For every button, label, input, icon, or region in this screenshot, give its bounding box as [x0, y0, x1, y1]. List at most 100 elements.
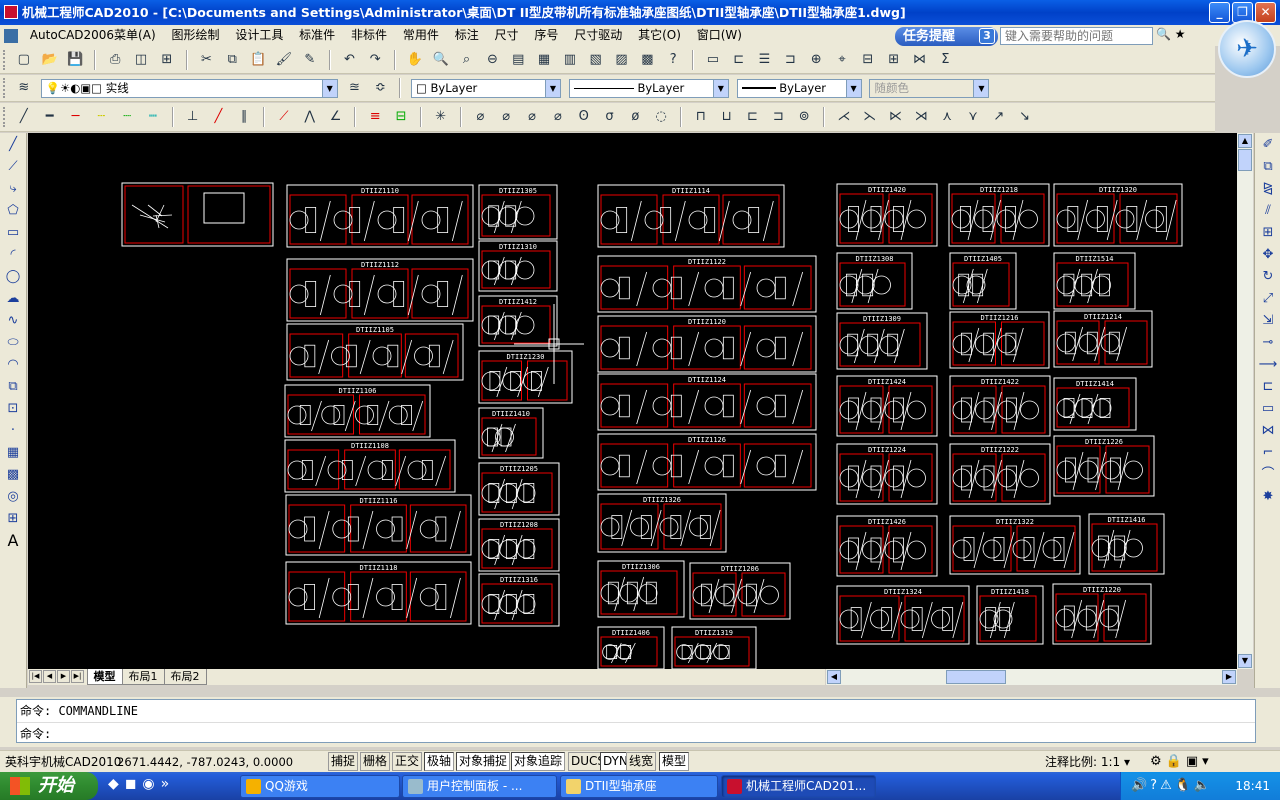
drawing-sheet[interactable]: DTIIZ1326 [597, 493, 727, 553]
drawing-sheet[interactable]: DTIIZ1306 [597, 560, 685, 618]
zoom-realtime-icon[interactable]: 🔍 [431, 50, 451, 70]
menu-window[interactable]: 窗口(W) [691, 25, 748, 46]
centerline-icon[interactable]: ⊕ [806, 50, 826, 70]
copy-icon[interactable]: ⧉ [222, 50, 242, 70]
help-search-input[interactable] [1000, 27, 1153, 45]
gradient-icon[interactable]: ▩ [2, 465, 24, 485]
help-icon[interactable]: ? [663, 50, 683, 70]
pan-icon[interactable]: ✋ [405, 50, 425, 70]
lineweight-toggle[interactable]: 线宽 [626, 752, 657, 771]
circle-snap2-icon[interactable]: ⌀ [496, 107, 516, 127]
drawing-sheet[interactable]: DTIIZ1116 [285, 494, 472, 556]
osnap-toggle[interactable]: 对象捕捉 [456, 752, 511, 771]
chamfer-icon[interactable]: ⋌ [834, 107, 854, 127]
new-file-icon[interactable]: ▢ [14, 50, 34, 70]
drawing-sheet[interactable]: DTIIZ1114 [597, 184, 785, 248]
drawing-sheet[interactable]: DTIIZ1218 [948, 183, 1050, 247]
taskbar-folder[interactable]: DTII型轴承座 [560, 775, 718, 798]
sheet-set-icon[interactable]: ▧ [586, 50, 606, 70]
revision-cloud-icon[interactable]: ☁ [2, 289, 24, 309]
calculator-icon[interactable]: ▩ [637, 50, 657, 70]
drawing-sheet[interactable]: DTIIZ1106 [284, 384, 431, 438]
drawing-sheet[interactable]: DTIIZ1206 [689, 562, 791, 620]
tray-icons[interactable]: 🔊?⚠🐧🔈 [1131, 772, 1213, 800]
grid-toggle[interactable]: 栅格 [360, 752, 391, 771]
prev-tab-icon[interactable]: ◀ [43, 670, 56, 683]
hatch-icon[interactable]: ▦ [2, 443, 24, 463]
circle-snap3-icon[interactable]: ⌀ [522, 107, 542, 127]
drawing-sheet[interactable]: DTIIZ1316 [478, 573, 560, 627]
symmetry-icon[interactable]: ⊟ [391, 107, 411, 127]
mirror-icon[interactable]: ⧎ [1257, 179, 1279, 199]
design-center-icon[interactable]: ▦ [534, 50, 554, 70]
drawing-sheet[interactable]: DTIIZ1416 [1088, 513, 1165, 575]
match-properties-icon[interactable]: 🖌 [274, 50, 294, 70]
status-tray-icons[interactable]: ⚙🔒▣▾ [1150, 751, 1213, 772]
rotate-icon[interactable]: ↻ [1257, 267, 1279, 287]
dim3-icon[interactable]: ⊏ [743, 107, 763, 127]
drawing-sheet[interactable]: DTIIZ1310 [478, 240, 558, 292]
vertical-scrollbar[interactable]: ▲ ▼ [1237, 133, 1253, 669]
print-preview-icon[interactable]: ◫ [131, 50, 151, 70]
star-icon[interactable]: ★ [1175, 27, 1186, 41]
drawing-sheet[interactable]: DTIIZ1220 [1052, 583, 1152, 645]
break-point-icon[interactable]: ⊏ [1257, 377, 1279, 397]
drawing-sheet[interactable]: DTIIZ1305 [478, 184, 558, 240]
tangent-line-icon[interactable]: ⟋ [274, 107, 294, 127]
chamfer-icon[interactable]: ⌐ [1257, 443, 1279, 463]
next-tab-icon[interactable]: ▶ [57, 670, 70, 683]
drawing-sheet[interactable] [121, 182, 274, 247]
line-icon[interactable]: ╱ [14, 107, 34, 127]
region-icon[interactable]: ◎ [2, 487, 24, 507]
layer-manager-icon[interactable]: ≋ [14, 78, 34, 98]
command-window[interactable]: 命令: COMMANDLINE 命令: [16, 699, 1256, 743]
drawing-sheet[interactable]: DTIIZ1230 [478, 350, 573, 404]
trim2-icon[interactable]: ⋎ [963, 107, 983, 127]
menu-common-parts[interactable]: 常用件 [397, 25, 445, 46]
drawing-sheet[interactable]: DTIIZ1105 [286, 323, 464, 381]
perpendicular-icon[interactable]: ⊥ [183, 107, 203, 127]
dim4-icon[interactable]: ⊐ [768, 107, 788, 127]
drawing-canvas[interactable]: DTIIZ1110 DTIIZ1112 DTIIZ1105 DTIIZ1106 DTII… [28, 133, 1237, 669]
dim-icon[interactable]: ⊓ [691, 107, 711, 127]
drawing-sheet[interactable]: DTIIZ1222 [949, 443, 1051, 505]
line-icon[interactable]: ╱ [2, 135, 24, 155]
rectangle-icon[interactable]: ▭ [2, 223, 24, 243]
dim5-icon[interactable]: ⊚ [794, 107, 814, 127]
clock[interactable]: 18:41 [1235, 772, 1270, 800]
zoom-previous-icon[interactable]: ⊖ [482, 50, 502, 70]
thread-icon[interactable]: ≡ [365, 107, 385, 127]
polyline-icon[interactable]: ⤷ [2, 179, 24, 199]
menu-design-tools[interactable]: 设计工具 [229, 25, 289, 46]
table-icon[interactable]: ⊞ [884, 50, 904, 70]
menu-sequence[interactable]: 序号 [528, 25, 564, 46]
drawing-sheet[interactable]: DTIIZ1226 [1053, 435, 1155, 497]
layout-icon[interactable]: ⊐ [780, 50, 800, 70]
coordinate-readout[interactable]: 2671.4442, -787.0243, 0.0000 [117, 752, 327, 771]
app-bird-logo[interactable]: ✈ [1218, 20, 1276, 78]
array-icon[interactable]: ⊞ [1257, 223, 1279, 243]
properties-icon[interactable]: ▤ [508, 50, 528, 70]
drawing-sheet[interactable]: DTIIZ1406 [597, 626, 665, 669]
multiline-text-icon[interactable]: A [2, 531, 24, 551]
drawing-sheet[interactable]: DTIIZ1422 [949, 375, 1051, 437]
circle-icon[interactable]: ◯ [2, 267, 24, 287]
drawing-sheet[interactable]: DTIIZ1120 [597, 315, 817, 373]
arc-snap2-icon[interactable]: σ [600, 107, 620, 127]
taskbar-control-panel[interactable]: 用户控制面板 - ... [402, 775, 557, 798]
document-icon[interactable] [4, 28, 18, 43]
spline-icon[interactable]: ∿ [2, 311, 24, 331]
drawing-sheet[interactable]: DTIIZ1405 [949, 252, 1017, 310]
drawing-sheet[interactable]: DTIIZ1122 [597, 255, 817, 313]
scroll-down-icon[interactable]: ▼ [1238, 654, 1252, 668]
drawing-sheet[interactable]: DTIIZ1124 [597, 373, 817, 431]
ellipse-icon[interactable]: ⬭ [2, 333, 24, 353]
drawing-sheet[interactable]: DTIIZ1324 [836, 585, 970, 645]
task-reminder-button[interactable]: 任务提醒 3 [895, 27, 998, 46]
arc-snap-icon[interactable]: ʘ [574, 107, 594, 127]
explode-icon[interactable]: ✸ [1257, 487, 1279, 507]
trim-icon[interactable]: ⊸ [1257, 333, 1279, 353]
linetype-combo[interactable]: ByLayer ▼ [568, 78, 729, 98]
markup-icon[interactable]: ▨ [612, 50, 632, 70]
menu-standard-parts[interactable]: 标准件 [293, 25, 341, 46]
